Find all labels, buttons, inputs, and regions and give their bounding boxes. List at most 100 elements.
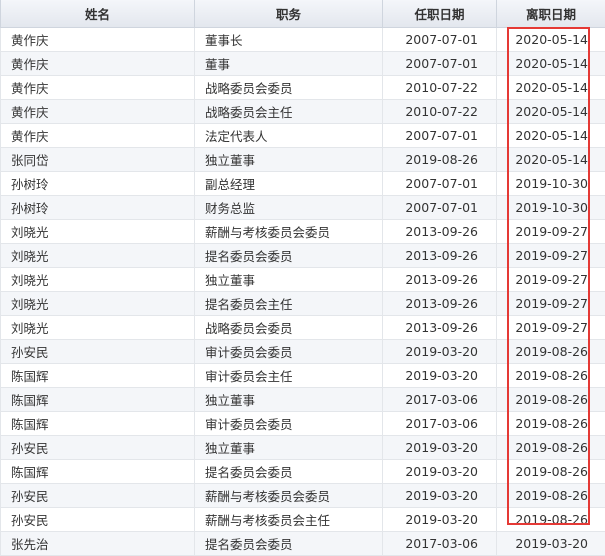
cell-start-date: 2007-07-01: [383, 172, 497, 196]
cell-name: 刘晓光: [1, 316, 195, 340]
cell-name: 张同岱: [1, 148, 195, 172]
cell-name: 刘晓光: [1, 268, 195, 292]
cell-name: 孙树玲: [1, 172, 195, 196]
executive-tenure-table: 姓名 职务 任职日期 离职日期 黄作庆董事长2007-07-012020-05-…: [0, 0, 605, 556]
table-row[interactable]: 刘晓光独立董事2013-09-262019-09-27: [1, 268, 605, 292]
cell-start-date: 2010-07-22: [383, 76, 497, 100]
cell-end-date: 2019-08-26: [497, 412, 605, 436]
cell-name: 孙安民: [1, 484, 195, 508]
cell-position: 薪酬与考核委员会委员: [195, 220, 383, 244]
cell-start-date: 2013-09-26: [383, 244, 497, 268]
cell-position: 审计委员会委员: [195, 412, 383, 436]
cell-name: 黄作庆: [1, 52, 195, 76]
cell-name: 孙安民: [1, 508, 195, 532]
table-row[interactable]: 刘晓光提名委员会委员2013-09-262019-09-27: [1, 244, 605, 268]
cell-end-date: 2020-05-14: [497, 100, 605, 124]
cell-start-date: 2019-03-20: [383, 460, 497, 484]
table-row[interactable]: 刘晓光薪酬与考核委员会委员2013-09-262019-09-27: [1, 220, 605, 244]
cell-end-date: 2019-09-27: [497, 220, 605, 244]
cell-end-date: 2020-05-14: [497, 148, 605, 172]
cell-name: 孙安民: [1, 436, 195, 460]
cell-end-date: 2019-08-26: [497, 484, 605, 508]
table-row[interactable]: 黄作庆战略委员会主任2010-07-222020-05-14: [1, 100, 605, 124]
cell-end-date: 2019-08-26: [497, 436, 605, 460]
cell-name: 陈国辉: [1, 460, 195, 484]
cell-name: 黄作庆: [1, 28, 195, 52]
header-name[interactable]: 姓名: [1, 0, 195, 28]
table-row[interactable]: 黄作庆董事长2007-07-012020-05-14: [1, 28, 605, 52]
cell-position: 提名委员会主任: [195, 292, 383, 316]
cell-name: 刘晓光: [1, 220, 195, 244]
cell-start-date: 2019-03-20: [383, 340, 497, 364]
table-row[interactable]: 陈国辉提名委员会委员2019-03-202019-08-26: [1, 460, 605, 484]
table-row[interactable]: 陈国辉审计委员会委员2017-03-062019-08-26: [1, 412, 605, 436]
cell-position: 战略委员会委员: [195, 76, 383, 100]
cell-position: 审计委员会委员: [195, 340, 383, 364]
cell-end-date: 2019-08-26: [497, 388, 605, 412]
cell-name: 黄作庆: [1, 124, 195, 148]
table-row[interactable]: 陈国辉独立董事2017-03-062019-08-26: [1, 388, 605, 412]
cell-position: 独立董事: [195, 148, 383, 172]
cell-end-date: 2020-05-14: [497, 52, 605, 76]
header-row: 姓名 职务 任职日期 离职日期: [1, 0, 605, 28]
cell-end-date: 2019-10-30: [497, 172, 605, 196]
table-row[interactable]: 刘晓光战略委员会委员2013-09-262019-09-27: [1, 316, 605, 340]
cell-start-date: 2013-09-26: [383, 220, 497, 244]
cell-start-date: 2019-03-20: [383, 508, 497, 532]
cell-start-date: 2013-09-26: [383, 268, 497, 292]
cell-start-date: 2019-03-20: [383, 436, 497, 460]
cell-name: 黄作庆: [1, 100, 195, 124]
cell-name: 刘晓光: [1, 292, 195, 316]
cell-end-date: 2019-08-26: [497, 460, 605, 484]
cell-name: 陈国辉: [1, 364, 195, 388]
cell-start-date: 2017-03-06: [383, 412, 497, 436]
cell-start-date: 2019-03-20: [383, 364, 497, 388]
cell-position: 独立董事: [195, 268, 383, 292]
table-body: 黄作庆董事长2007-07-012020-05-14黄作庆董事2007-07-0…: [1, 28, 605, 556]
header-position[interactable]: 职务: [195, 0, 383, 28]
cell-start-date: 2007-07-01: [383, 124, 497, 148]
cell-position: 提名委员会委员: [195, 244, 383, 268]
cell-name: 陈国辉: [1, 412, 195, 436]
table-row[interactable]: 黄作庆法定代表人2007-07-012020-05-14: [1, 124, 605, 148]
cell-end-date: 2019-09-27: [497, 268, 605, 292]
cell-end-date: 2020-05-14: [497, 28, 605, 52]
cell-name: 刘晓光: [1, 244, 195, 268]
cell-name: 孙安民: [1, 340, 195, 364]
table-row[interactable]: 孙安民独立董事2019-03-202019-08-26: [1, 436, 605, 460]
table-row[interactable]: 黄作庆战略委员会委员2010-07-222020-05-14: [1, 76, 605, 100]
table-row[interactable]: 孙树玲财务总监2007-07-012019-10-30: [1, 196, 605, 220]
cell-position: 法定代表人: [195, 124, 383, 148]
cell-start-date: 2019-08-26: [383, 148, 497, 172]
cell-start-date: 2019-03-20: [383, 484, 497, 508]
table-row[interactable]: 孙安民薪酬与考核委员会委员2019-03-202019-08-26: [1, 484, 605, 508]
cell-end-date: 2019-09-27: [497, 292, 605, 316]
cell-end-date: 2020-05-14: [497, 76, 605, 100]
cell-start-date: 2007-07-01: [383, 52, 497, 76]
cell-position: 薪酬与考核委员会主任: [195, 508, 383, 532]
cell-position: 董事: [195, 52, 383, 76]
header-end-date[interactable]: 离职日期: [497, 0, 605, 28]
table-row[interactable]: 黄作庆董事2007-07-012020-05-14: [1, 52, 605, 76]
cell-end-date: 2019-08-26: [497, 364, 605, 388]
cell-end-date: 2020-05-14: [497, 124, 605, 148]
cell-position: 副总经理: [195, 172, 383, 196]
table-row[interactable]: 陈国辉审计委员会主任2019-03-202019-08-26: [1, 364, 605, 388]
cell-position: 提名委员会委员: [195, 460, 383, 484]
table-row[interactable]: 孙安民薪酬与考核委员会主任2019-03-202019-08-26: [1, 508, 605, 532]
cell-position: 战略委员会委员: [195, 316, 383, 340]
cell-start-date: 2013-09-26: [383, 316, 497, 340]
cell-end-date: 2019-08-26: [497, 340, 605, 364]
header-start-date[interactable]: 任职日期: [383, 0, 497, 28]
cell-start-date: 2017-03-06: [383, 388, 497, 412]
cell-start-date: 2007-07-01: [383, 28, 497, 52]
cell-end-date: 2019-08-26: [497, 508, 605, 532]
table-row[interactable]: 孙树玲副总经理2007-07-012019-10-30: [1, 172, 605, 196]
table-row[interactable]: 张同岱独立董事2019-08-262020-05-14: [1, 148, 605, 172]
table-row[interactable]: 孙安民审计委员会委员2019-03-202019-08-26: [1, 340, 605, 364]
cell-position: 独立董事: [195, 436, 383, 460]
cell-name: 黄作庆: [1, 76, 195, 100]
table-row[interactable]: 刘晓光提名委员会主任2013-09-262019-09-27: [1, 292, 605, 316]
cell-end-date: 2019-10-30: [497, 196, 605, 220]
cell-position: 审计委员会主任: [195, 364, 383, 388]
